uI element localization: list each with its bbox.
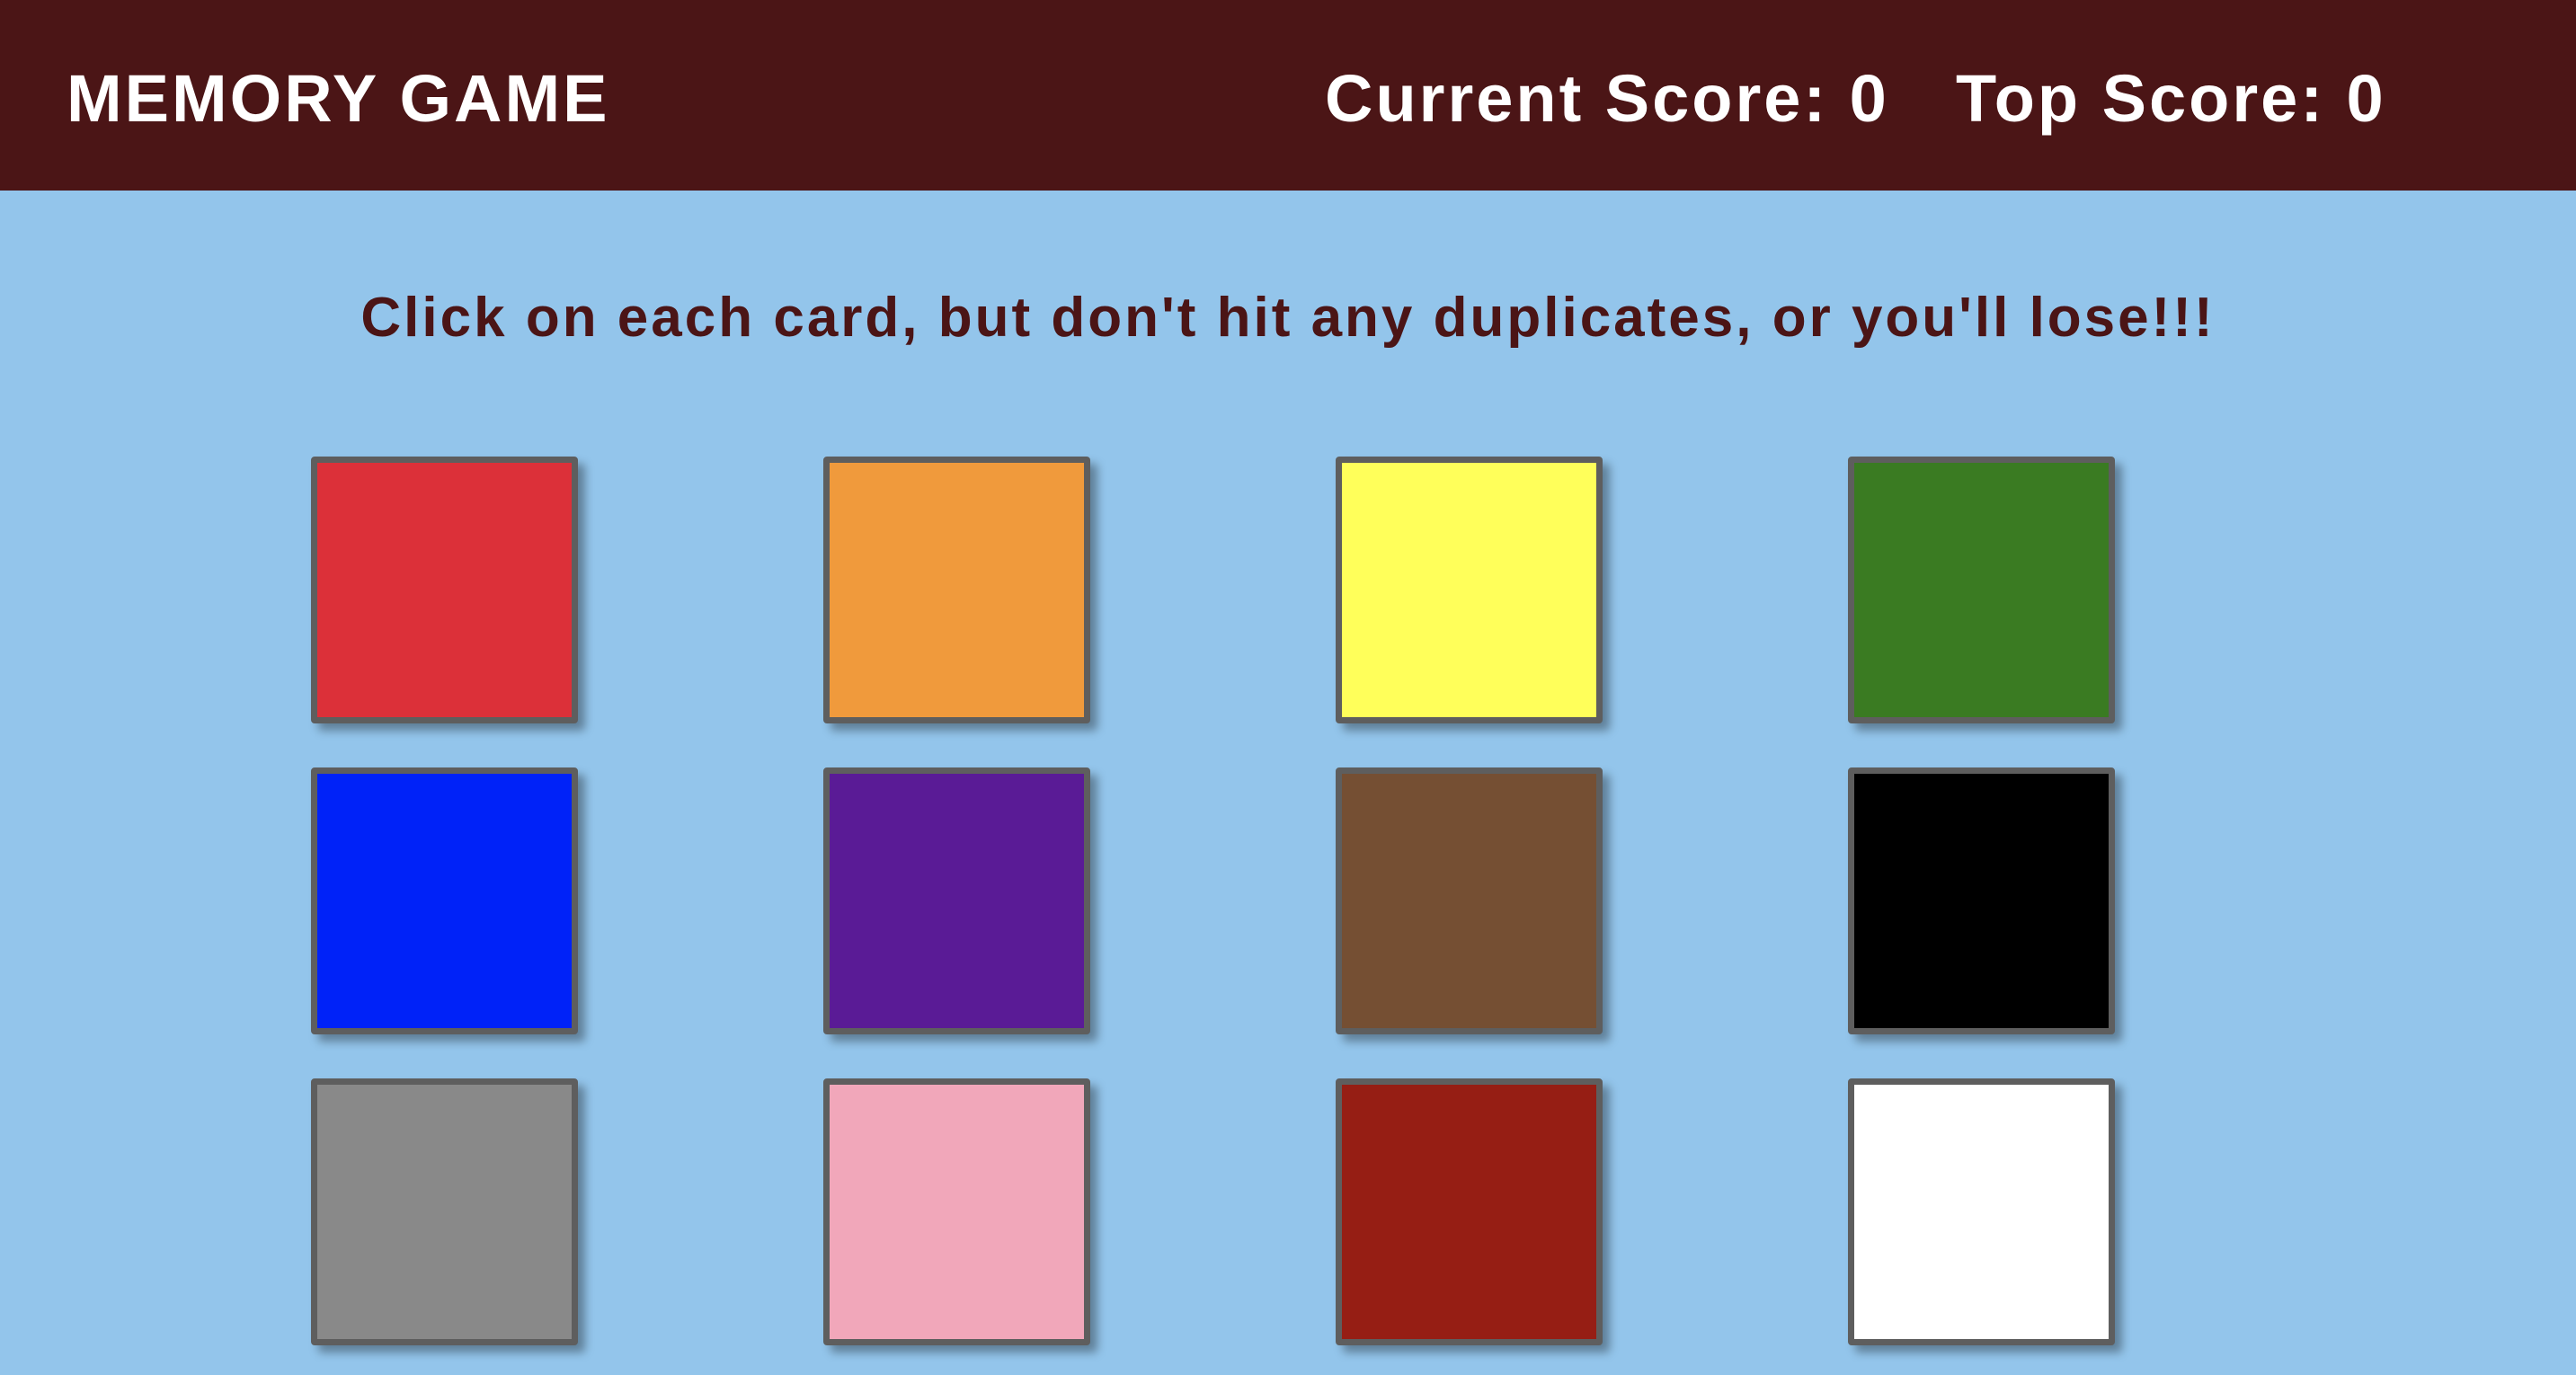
app-title: MEMORY GAME xyxy=(67,61,610,136)
navbar: MEMORY GAME Current Score: 0 Top Score: … xyxy=(0,0,2576,191)
card-white[interactable] xyxy=(1848,1078,2115,1345)
card-black[interactable] xyxy=(1848,767,2115,1034)
card-orange[interactable] xyxy=(823,457,1090,723)
instructions-text: Click on each card, but don't hit any du… xyxy=(360,287,2216,349)
card-yellow[interactable] xyxy=(1336,457,1603,723)
card-blue[interactable] xyxy=(311,767,578,1034)
card-green[interactable] xyxy=(1848,457,2115,723)
card-grid xyxy=(311,457,2118,1375)
card-pink[interactable] xyxy=(823,1078,1090,1345)
card-red[interactable] xyxy=(311,457,578,723)
current-score: Current Score: 0 xyxy=(1325,61,1889,136)
top-score: Top Score: 0 xyxy=(1956,61,2386,136)
card-brown[interactable] xyxy=(1336,767,1603,1034)
card-purple[interactable] xyxy=(823,767,1090,1034)
card-maroon[interactable] xyxy=(1336,1078,1603,1345)
card-gray[interactable] xyxy=(311,1078,578,1345)
